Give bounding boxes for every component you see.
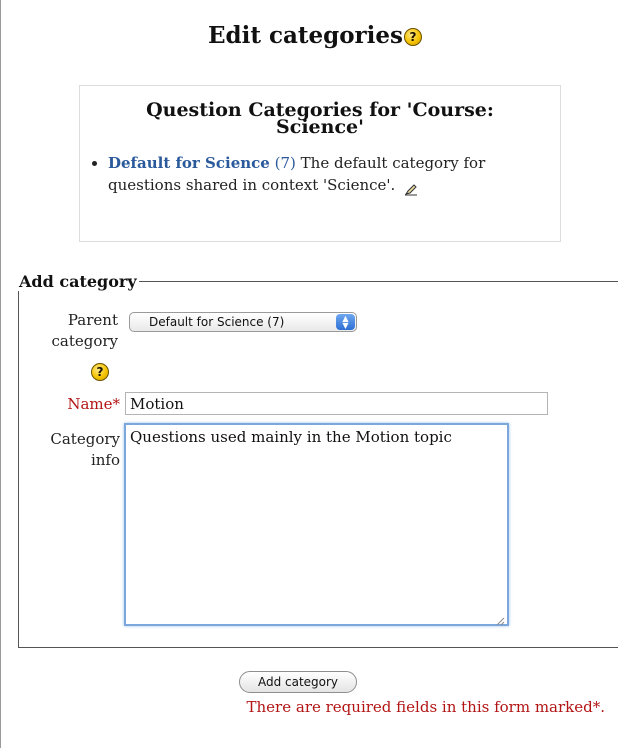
left-border [0,0,1,748]
category-list-heading: Question Categories for 'Course: Science… [146,99,494,138]
category-list: Default for Science (7) The default cate… [80,152,560,196]
add-category-legend: Add category [19,272,137,291]
category-info-label-text: Category info [50,430,120,469]
name-label: Name* [40,394,120,415]
parent-category-select[interactable]: Default for Science (7) ▲ ▼ [129,312,357,332]
list-item: Default for Science (7) The default cate… [108,152,560,196]
page-title: Edit categories? [0,22,618,49]
category-info-textarea[interactable]: Questions used mainly in the Motion topi… [124,423,509,626]
help-icon[interactable]: ? [91,363,109,381]
required-star: * [112,395,121,413]
parent-category-selected: Default for Science (7) [149,315,285,329]
add-category-button[interactable]: Add category [239,671,357,693]
resize-grip-icon[interactable] [495,612,505,626]
edit-icon[interactable] [404,180,418,196]
parent-category-label-text: Parent category [51,311,118,350]
parent-category-label: Parent category [46,310,118,352]
category-link[interactable]: Default for Science [108,154,270,172]
category-info-label: Category info [40,429,120,471]
required-fields-note: There are required fields in this form m… [246,698,605,716]
name-label-text: Name [67,395,113,413]
category-count: (7) [274,154,296,172]
help-icon[interactable]: ? [404,28,422,46]
category-list-panel: Question Categories for 'Course: Science… [79,85,561,242]
page-title-text: Edit categories [207,22,403,49]
name-field[interactable] [125,392,548,415]
select-arrows-icon: ▲ ▼ [336,314,355,330]
category-info-text: Questions used mainly in the Motion topi… [130,428,452,446]
